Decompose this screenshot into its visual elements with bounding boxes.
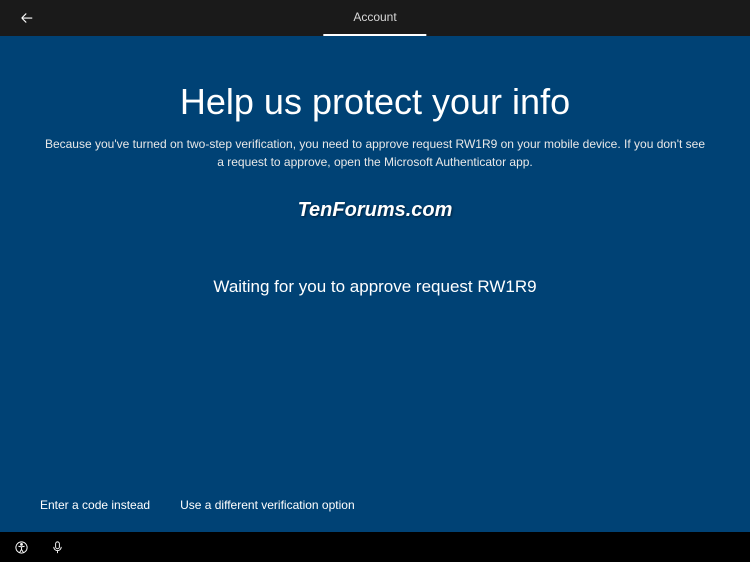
microphone-icon	[50, 540, 65, 555]
page-description: Because you've turned on two-step verifi…	[40, 135, 710, 171]
tab-container: Account	[323, 0, 426, 36]
tab-label: Account	[353, 10, 396, 24]
tab-account[interactable]: Account	[323, 0, 426, 36]
different-option-link[interactable]: Use a different verification option	[180, 498, 355, 512]
main-content: Help us protect your info Because you've…	[0, 36, 750, 532]
ease-of-access-button[interactable]	[12, 538, 30, 556]
microphone-button[interactable]	[48, 538, 66, 556]
watermark-text: TenForums.com	[40, 199, 710, 222]
page-heading: Help us protect your info	[40, 81, 710, 123]
taskbar	[0, 532, 750, 562]
enter-code-link[interactable]: Enter a code instead	[40, 498, 150, 512]
arrow-left-icon	[18, 9, 36, 27]
back-button[interactable]	[15, 6, 39, 30]
titlebar: Account	[0, 0, 750, 36]
status-text: Waiting for you to approve request RW1R9	[40, 277, 710, 297]
ease-of-access-icon	[14, 540, 29, 555]
bottom-links: Enter a code instead Use a different ver…	[40, 498, 355, 512]
